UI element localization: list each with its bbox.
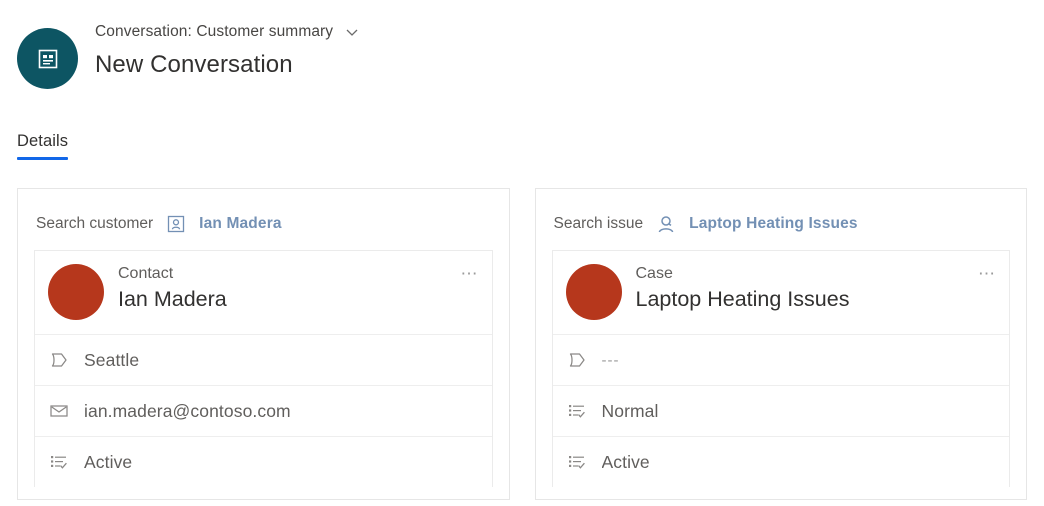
contact-record-titles: Contact Ian Madera [118, 264, 227, 314]
contact-field-status: Active [35, 436, 492, 487]
more-options-icon[interactable]: ⋯ [461, 265, 480, 282]
case-record-titles: Case Laptop Heating Issues [636, 264, 850, 314]
page-title: New Conversation [95, 51, 293, 78]
header-text-block: Conversation: Customer summary New Conve… [95, 21, 362, 79]
conversation-icon [17, 28, 78, 89]
cards-row: Search customer Ian Madera Contact Ian M… [0, 188, 1044, 500]
customer-search-row: Search customer Ian Madera [18, 189, 509, 236]
envelope-icon [48, 400, 70, 422]
case-record-header: Case Laptop Heating Issues ⋯ [553, 251, 1010, 334]
case-status-value: Active [601, 451, 650, 472]
status-list-icon [566, 400, 588, 422]
contact-email-value: ian.madera@contoso.com [84, 400, 291, 421]
tag-icon [566, 349, 588, 371]
issue-search-row: Search issue Laptop Heating Issues [536, 189, 1027, 236]
contact-field-location: Seattle [35, 334, 492, 385]
avatar [565, 264, 622, 320]
contact-card-icon [165, 213, 187, 235]
issue-card: Search issue Laptop Heating Issues Case … [534, 188, 1027, 500]
customer-link[interactable]: Ian Madera [199, 215, 281, 233]
case-person-icon [655, 213, 677, 235]
record-name: Laptop Heating Issues [635, 287, 850, 311]
tab-details[interactable]: Details [17, 132, 69, 160]
contact-location-value: Seattle [84, 349, 140, 370]
tag-icon [48, 349, 70, 371]
tab-strip: Details [0, 132, 1044, 166]
record-type-label: Case [635, 265, 673, 282]
record-name: Ian Madera [118, 287, 227, 311]
contact-field-email: ian.madera@contoso.com [35, 385, 492, 436]
case-priority-value: Normal [601, 400, 659, 421]
contact-record-header: Contact Ian Madera ⋯ [35, 251, 492, 334]
issue-link[interactable]: Laptop Heating Issues [689, 215, 858, 233]
avatar [48, 264, 104, 320]
case-field-priority: Normal [552, 385, 1009, 436]
contact-status-value: Active [84, 451, 133, 472]
app-header: Conversation: Customer summary New Conve… [0, 0, 1044, 89]
breadcrumb-label: Conversation: Customer summary [95, 23, 334, 40]
case-field-status: Active [552, 436, 1009, 487]
status-list-icon [48, 451, 70, 473]
search-issue-label: Search issue [553, 215, 644, 232]
customer-card: Search customer Ian Madera Contact Ian M… [17, 188, 510, 500]
chevron-down-icon[interactable] [342, 22, 362, 42]
status-list-icon [566, 451, 588, 473]
contact-record-panel: Contact Ian Madera ⋯ Seattle ian.madera@… [34, 250, 493, 487]
case-record-panel: Case Laptop Heating Issues ⋯ --- Normal … [551, 250, 1010, 487]
case-subject-value: --- [601, 351, 620, 369]
more-options-icon[interactable]: ⋯ [978, 265, 997, 282]
search-customer-label: Search customer [36, 215, 154, 232]
case-field-subject: --- [552, 334, 1009, 385]
breadcrumb: Conversation: Customer summary [95, 21, 362, 43]
record-type-label: Contact [118, 265, 174, 282]
